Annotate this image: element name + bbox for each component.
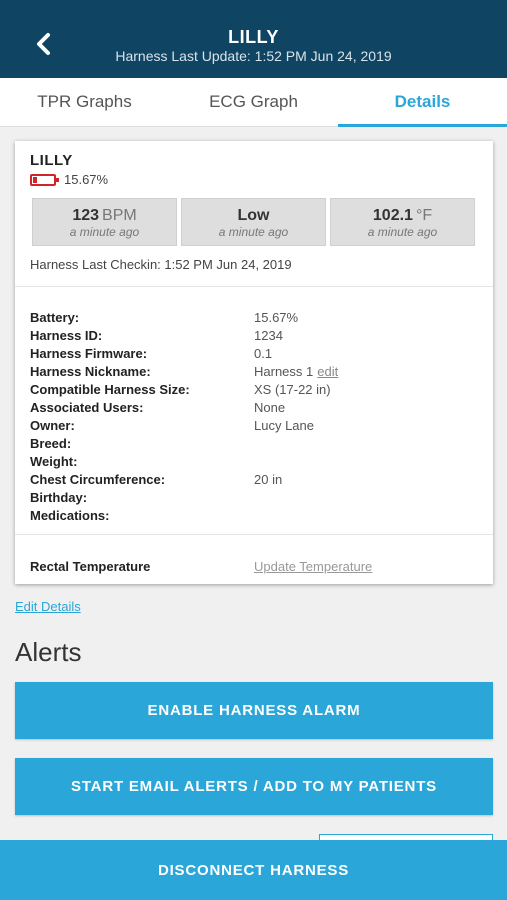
detail-row: Harness ID: 1234 xyxy=(30,328,338,346)
heart-rate-tile: 123 BPM a minute ago xyxy=(32,198,177,246)
tab-bar: TPR Graphs ECG Graph Details xyxy=(0,78,507,127)
detail-row: Harness Nickname: Harness 1 edit xyxy=(30,364,338,382)
battery-status: 15.67% xyxy=(30,172,108,187)
heart-rate-unit: BPM xyxy=(102,207,137,224)
detail-value: XS (17-22 in) xyxy=(254,382,331,397)
divider xyxy=(15,534,493,535)
detail-row: Chest Circumference: 20 in xyxy=(30,472,338,490)
detail-row: Harness Firmware: 0.1 xyxy=(30,346,338,364)
enable-harness-alarm-button[interactable]: ENABLE HARNESS ALARM xyxy=(15,682,493,739)
detail-label: Birthday: xyxy=(30,490,88,505)
detail-label: Associated Users: xyxy=(30,400,144,415)
detail-value: Harness 1 xyxy=(254,364,314,379)
detail-row: Breed: xyxy=(30,436,338,454)
detail-label: Chest Circumference: xyxy=(30,472,166,487)
detail-row: Weight: xyxy=(30,454,338,472)
divider xyxy=(15,286,493,287)
rectal-temperature-label: Rectal Temperature xyxy=(30,559,151,574)
detail-label: Weight: xyxy=(30,454,78,469)
last-update-subtitle: Harness Last Update: 1:52 PM Jun 24, 201… xyxy=(115,48,392,64)
respiration-time: a minute ago xyxy=(218,225,289,239)
detail-value: 15.67% xyxy=(254,310,299,325)
detail-row: Battery: 15.67% xyxy=(30,310,338,328)
heart-rate-value: 123 xyxy=(72,207,100,224)
heart-rate-time: a minute ago xyxy=(69,225,140,239)
last-checkin: Harness Last Checkin: 1:52 PM Jun 24, 20… xyxy=(30,257,292,272)
battery-low-icon xyxy=(30,173,59,186)
tab-ecg-graph[interactable]: ECG Graph xyxy=(169,78,338,126)
temperature-unit: °F xyxy=(415,207,433,224)
update-temperature-link[interactable]: Update Temperature xyxy=(254,559,372,574)
edit-details-link[interactable]: Edit Details xyxy=(15,599,81,614)
detail-row: Medications: xyxy=(30,508,338,526)
detail-label: Battery: xyxy=(30,310,80,325)
tab-tpr-graphs[interactable]: TPR Graphs xyxy=(0,78,169,126)
vitals-row: 123 BPM a minute ago Low a minute ago 102… xyxy=(32,198,475,246)
temperature-tile: 102.1 °F a minute ago xyxy=(330,198,475,246)
battery-percent: 15.67% xyxy=(64,172,109,187)
page-title: LILLY xyxy=(228,27,279,47)
detail-label: Owner: xyxy=(30,418,75,433)
detail-row: Compatible Harness Size: XS (17-22 in) xyxy=(30,382,338,400)
pet-card: LILLY 15.67% 123 BPM a minute ago Low a m… xyxy=(15,141,493,584)
detail-row: Owner: Lucy Lane xyxy=(30,418,338,436)
detail-label: Medications: xyxy=(30,508,110,523)
detail-row: Birthday: xyxy=(30,490,338,508)
detail-value: 0.1 xyxy=(254,346,273,361)
alerts-heading: Alerts xyxy=(15,637,82,667)
detail-value: Lucy Lane xyxy=(254,418,314,433)
tab-details[interactable]: Details xyxy=(338,78,507,127)
temperature-value: 102.1 xyxy=(372,207,413,224)
respiration-tile: Low a minute ago xyxy=(181,198,326,246)
details-list: Battery: 15.67% Harness ID: 1234 Harness F… xyxy=(30,310,338,526)
pet-name: LILLY xyxy=(30,152,73,169)
respiration-value: Low xyxy=(237,207,270,224)
edit-nickname-link[interactable]: edit xyxy=(317,364,338,382)
detail-value: 1234 xyxy=(254,328,283,343)
app-header: LILLY Harness Last Update: 1:52 PM Jun 2… xyxy=(0,0,507,78)
detail-row: Associated Users: None xyxy=(30,400,338,418)
detail-label: Compatible Harness Size: xyxy=(30,382,190,397)
detail-label: Harness Firmware: xyxy=(30,346,148,361)
disconnect-harness-button[interactable]: DISCONNECT HARNESS xyxy=(0,840,507,900)
detail-label: Harness Nickname: xyxy=(30,364,151,379)
detail-label: Breed: xyxy=(30,436,72,451)
start-email-alerts-button[interactable]: START EMAIL ALERTS / ADD TO MY PATIENTS xyxy=(15,758,493,815)
detail-value: 20 in xyxy=(254,472,283,487)
detail-value: None xyxy=(254,400,286,415)
temperature-time: a minute ago xyxy=(367,225,438,239)
detail-label: Harness ID: xyxy=(30,328,103,343)
